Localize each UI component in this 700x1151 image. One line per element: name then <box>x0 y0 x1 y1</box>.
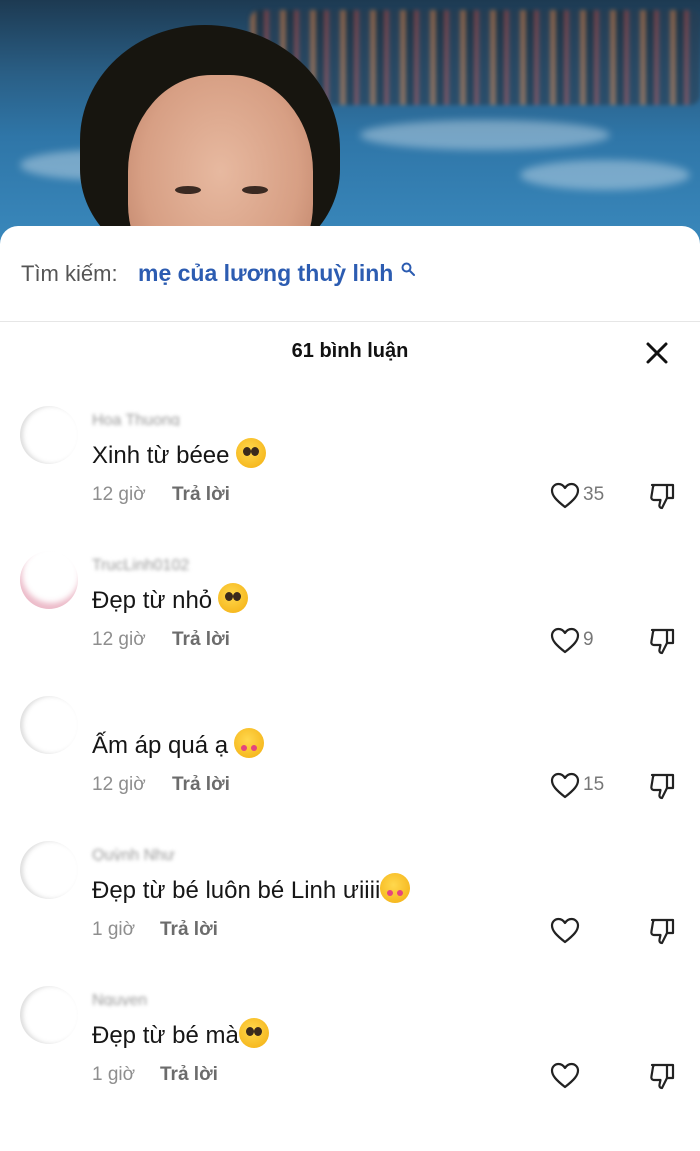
flushed-face-emoji <box>238 1018 269 1048</box>
search-icon[interactable] <box>401 262 415 276</box>
person-eye <box>175 186 201 194</box>
comment-text-content: Đẹp từ bé mà <box>92 1022 239 1049</box>
comment-text-content: Đẹp từ bé luôn bé Linh ưiiii <box>92 877 381 904</box>
comment-username[interactable]: Hoa Thuong <box>92 412 180 426</box>
dislike-icon[interactable] <box>648 627 676 655</box>
comment-text: Xinh từ béee <box>92 438 266 470</box>
comment-time: 12 giờ <box>92 484 146 505</box>
reply-button[interactable]: Trả lời <box>172 629 230 651</box>
reply-button[interactable]: Trả lời <box>172 484 230 506</box>
heart-icon[interactable] <box>550 1062 580 1090</box>
like-count: 35 <box>583 484 605 505</box>
comment-item: Quỳnh Như Đẹp từ bé luôn bé Linh ưiiii 1… <box>0 841 700 1006</box>
comment-text: Ấm áp quá ạ <box>92 728 265 760</box>
smiling-face-with-hearts-emoji <box>234 728 265 758</box>
comment-time: 12 giờ <box>92 774 146 795</box>
search-query-link[interactable]: mẹ của lương thuỳ linh <box>138 260 393 287</box>
avatar[interactable] <box>20 696 78 754</box>
comment-text-content: Đẹp từ nhỏ <box>92 587 213 614</box>
avatar[interactable] <box>20 406 78 464</box>
search-prefix: Tìm kiếm: <box>21 261 118 286</box>
heart-icon[interactable] <box>550 482 580 510</box>
sea-wave <box>520 160 690 190</box>
search-suggestion[interactable]: Tìm kiếm: mẹ của lương thuỳ linh <box>0 226 700 322</box>
person-face <box>128 75 313 250</box>
person-eye <box>242 186 268 194</box>
sea-wave <box>360 120 610 150</box>
comment-item: Ấm áp quá ạ 12 giờ Trả lời 15 <box>0 696 700 861</box>
comment-item: Nguyen Đẹp từ bé mà 1 giờ Trả lời <box>0 986 700 1151</box>
reply-button[interactable]: Trả lời <box>160 919 218 941</box>
avatar[interactable] <box>20 986 78 1044</box>
like-count: 15 <box>583 774 605 795</box>
comment-username[interactable]: TrucLinh0102 <box>92 557 189 571</box>
comment-time: 1 giờ <box>92 919 136 940</box>
comments-header: 61 bình luận <box>0 322 700 392</box>
comment-item: Hoa Thuong Xinh từ béee 12 giờ Trả lời 3… <box>0 406 700 571</box>
rolling-eyes-face-emoji <box>218 583 249 613</box>
dislike-icon[interactable] <box>648 772 676 800</box>
comment-time: 12 giờ <box>92 629 146 650</box>
comment-text: Đẹp từ bé mà <box>92 1018 269 1050</box>
smiling-face-with-hearts-emoji <box>380 873 411 903</box>
comment-text: Đẹp từ nhỏ <box>92 583 249 615</box>
dislike-icon[interactable] <box>648 1062 676 1090</box>
comment-time: 1 giờ <box>92 1064 136 1085</box>
avatar[interactable] <box>20 841 78 899</box>
heart-icon[interactable] <box>550 917 580 945</box>
reply-button[interactable]: Trả lời <box>160 1064 218 1086</box>
heart-icon[interactable] <box>550 627 580 655</box>
comments-sheet: Tìm kiếm: mẹ của lương thuỳ linh 61 bình… <box>0 226 700 1100</box>
comment-item: TrucLinh0102 Đẹp từ nhỏ 12 giờ Trả lời 9 <box>0 551 700 716</box>
heart-icon[interactable] <box>550 772 580 800</box>
pleading-face-emoji <box>235 438 266 468</box>
like-count: 9 <box>583 629 594 650</box>
comment-username[interactable]: Nguyen <box>92 992 147 1006</box>
avatar[interactable] <box>20 551 78 609</box>
reply-button[interactable]: Trả lời <box>172 774 230 796</box>
close-icon[interactable] <box>644 340 670 366</box>
comment-text-content: Ấm áp quá ạ <box>92 732 229 759</box>
video-frame[interactable] <box>0 0 700 250</box>
comment-count: 61 bình luận <box>291 340 409 362</box>
comment-text: Đẹp từ bé luôn bé Linh ưiiii <box>92 873 411 905</box>
dislike-icon[interactable] <box>648 917 676 945</box>
comment-username[interactable]: Quỳnh Như <box>92 847 175 861</box>
dislike-icon[interactable] <box>648 482 676 510</box>
comment-text-content: Xinh từ béee <box>92 442 230 469</box>
